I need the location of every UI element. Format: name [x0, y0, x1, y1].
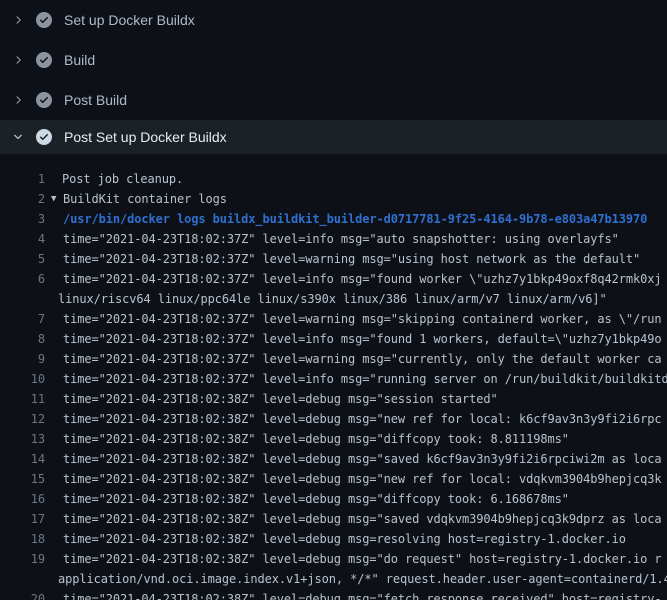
log-line-number[interactable]: 11 — [0, 389, 45, 409]
log-line-text: time="2021-04-23T18:02:38Z" level=debug … — [63, 389, 498, 409]
log-line-text: time="2021-04-23T18:02:37Z" level=warnin… — [63, 249, 640, 269]
actions-log-viewer: Set up Docker Buildx Build Post Build Post … — [0, 0, 667, 600]
log-row: 17 time="2021-04-23T18:02:38Z" level=debu… — [0, 509, 667, 529]
log-row: 5 time="2021-04-23T18:02:37Z" level=warni… — [0, 249, 667, 269]
log-row: 11 time="2021-04-23T18:02:38Z" level=debu… — [0, 389, 667, 409]
log-line-number[interactable]: 13 — [0, 429, 45, 449]
log-row: 19 time="2021-04-23T18:02:38Z" level=debu… — [0, 549, 667, 569]
check-circle-icon — [36, 129, 52, 145]
log-line-number[interactable]: 8 — [0, 329, 45, 349]
log-row: 15 time="2021-04-23T18:02:38Z" level=debu… — [0, 469, 667, 489]
log-row: 6 time="2021-04-23T18:02:37Z" level=info … — [0, 269, 667, 289]
log-line-number[interactable]: 9 — [0, 349, 45, 369]
step-header-post-build[interactable]: Post Build — [0, 80, 667, 120]
log-line-text: Post job cleanup. — [62, 169, 183, 189]
log-line-text: time="2021-04-23T18:02:37Z" level=info m… — [63, 229, 619, 249]
log-line-text: time="2021-04-23T18:02:37Z" level=warnin… — [63, 349, 661, 369]
step-label: Post Set up Docker Buildx — [64, 129, 227, 145]
log-line-text: linux/riscv64 linux/ppc64le linux/s390x … — [58, 289, 607, 309]
log-row: 3/usr/bin/docker logs buildx_buildkit_bu… — [0, 209, 667, 229]
log-line-text: time="2021-04-23T18:02:38Z" level=debug … — [63, 529, 626, 549]
log-line-number[interactable]: 2 — [0, 189, 45, 209]
log-line-number[interactable]: 17 — [0, 509, 45, 529]
log-row: 1 Post job cleanup. — [0, 169, 667, 189]
log-line-number[interactable]: 6 — [0, 269, 45, 289]
log-line-number[interactable]: 14 — [0, 449, 45, 469]
step-label: Post Build — [64, 92, 127, 108]
log-line-text: time="2021-04-23T18:02:37Z" level=info m… — [63, 329, 661, 349]
log-line-text: time="2021-04-23T18:02:38Z" level=debug … — [63, 509, 661, 529]
chevron-right-icon — [12, 54, 24, 66]
log-line-number[interactable]: 5 — [0, 249, 45, 269]
log-line-number — [0, 289, 45, 309]
log-row-continuation: linux/riscv64 linux/ppc64le linux/s390x … — [0, 289, 667, 309]
log-line-number[interactable]: 3 — [0, 209, 45, 229]
step-label: Set up Docker Buildx — [64, 12, 195, 28]
log-line-number[interactable]: 18 — [0, 529, 45, 549]
log-line-text: time="2021-04-23T18:02:37Z" level=info m… — [63, 369, 667, 389]
log-line-text: time="2021-04-23T18:02:38Z" level=debug … — [63, 449, 661, 469]
log-line-number[interactable]: 16 — [0, 489, 45, 509]
log-row: 13 time="2021-04-23T18:02:38Z" level=debu… — [0, 429, 667, 449]
step-header-set-up-docker-buildx[interactable]: Set up Docker Buildx — [0, 0, 667, 40]
log-line-number[interactable]: 1 — [0, 169, 45, 189]
log-line-text: time="2021-04-23T18:02:38Z" level=debug … — [63, 409, 661, 429]
log-line-number[interactable]: 4 — [0, 229, 45, 249]
log-line-number[interactable]: 10 — [0, 369, 45, 389]
log-line-number[interactable]: 19 — [0, 549, 45, 569]
log-line-text: BuildKit container logs — [63, 189, 227, 209]
log-line-text: time="2021-04-23T18:02:38Z" level=debug … — [63, 549, 661, 569]
log-row: 12 time="2021-04-23T18:02:38Z" level=debu… — [0, 409, 667, 429]
log-line-number[interactable]: 15 — [0, 469, 45, 489]
step-header-post-set-up-docker-buildx[interactable]: Post Set up Docker Buildx — [0, 120, 667, 154]
log-row: 8 time="2021-04-23T18:02:37Z" level=info … — [0, 329, 667, 349]
chevron-right-icon — [12, 94, 24, 106]
steps-list: Set up Docker Buildx Build Post Build Post … — [0, 0, 667, 154]
log-lines: 1 Post job cleanup. 2 ▼BuildKit container l… — [0, 154, 667, 600]
chevron-down-icon — [12, 131, 24, 143]
check-circle-icon — [36, 12, 52, 28]
log-row: 9 time="2021-04-23T18:02:37Z" level=warni… — [0, 349, 667, 369]
log-line-text: time="2021-04-23T18:02:37Z" level=warnin… — [63, 309, 661, 329]
log-group-toggle-icon[interactable]: ▼ — [51, 189, 63, 209]
log-line-number[interactable]: 20 — [0, 589, 45, 600]
log-row: 16 time="2021-04-23T18:02:38Z" level=debu… — [0, 489, 667, 509]
log-row: 7 time="2021-04-23T18:02:37Z" level=warni… — [0, 309, 667, 329]
log-row: 4 time="2021-04-23T18:02:37Z" level=info … — [0, 229, 667, 249]
log-row: 10 time="2021-04-23T18:02:37Z" level=info… — [0, 369, 667, 389]
step-header-build[interactable]: Build — [0, 40, 667, 80]
log-row: 20 time="2021-04-23T18:02:38Z" level=debu… — [0, 589, 667, 600]
log-command-text: /usr/bin/docker logs buildx_buildkit_bui… — [63, 209, 647, 229]
log-line-number[interactable]: 12 — [0, 409, 45, 429]
log-line-text: time="2021-04-23T18:02:38Z" level=debug … — [63, 489, 569, 509]
step-label: Build — [64, 52, 95, 68]
log-line-text: time="2021-04-23T18:02:38Z" level=debug … — [63, 589, 661, 600]
check-circle-icon — [36, 92, 52, 108]
log-row: 2 ▼BuildKit container logs — [0, 189, 667, 209]
log-line-text: time="2021-04-23T18:02:37Z" level=info m… — [63, 269, 661, 289]
log-line-text: application/vnd.oci.image.index.v1+json,… — [58, 569, 667, 589]
log-line-number[interactable]: 7 — [0, 309, 45, 329]
log-row: 14 time="2021-04-23T18:02:38Z" level=debu… — [0, 449, 667, 469]
log-line-text: time="2021-04-23T18:02:38Z" level=debug … — [63, 429, 569, 449]
check-circle-icon — [36, 52, 52, 68]
chevron-right-icon — [12, 14, 24, 26]
log-line-text: time="2021-04-23T18:02:38Z" level=debug … — [63, 469, 661, 489]
log-row-continuation: application/vnd.oci.image.index.v1+json,… — [0, 569, 667, 589]
log-row: 18 time="2021-04-23T18:02:38Z" level=debu… — [0, 529, 667, 549]
log-line-number — [0, 569, 45, 589]
